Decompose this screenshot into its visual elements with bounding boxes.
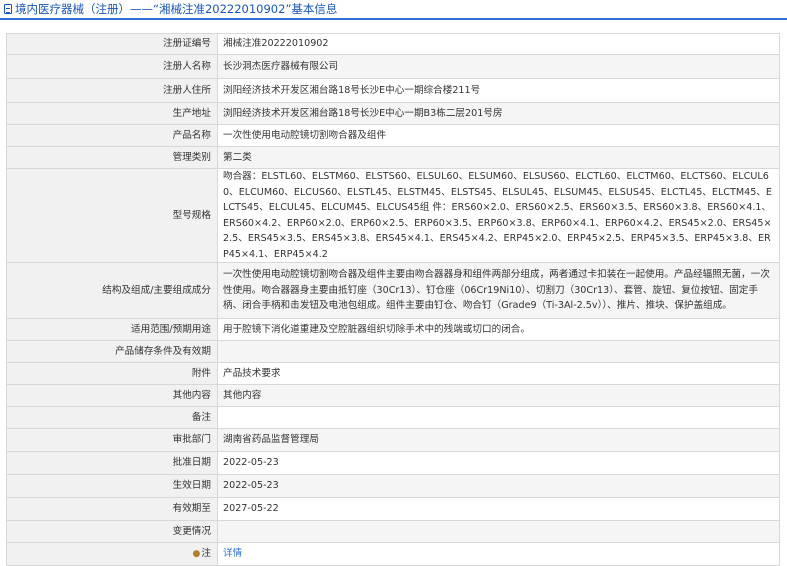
row-label: 产品储存条件及有效期 xyxy=(6,340,218,363)
table-row: 适用范围/预期用途 用于腔镜下消化道重建及空腔脏器组织切除手术中的残端或切口的闭… xyxy=(6,318,780,341)
pin-icon: ● xyxy=(192,548,201,559)
table-row: 其他内容 其他内容 xyxy=(6,384,780,407)
page-header: 境内医疗器械（注册）——“湘械注准20222010902”基本信息 xyxy=(0,0,787,20)
row-label: 注册人名称 xyxy=(6,54,218,79)
table-row: 审批部门 湖南省药品监督管理局 xyxy=(6,428,780,452)
document-icon xyxy=(4,4,12,14)
table-row: 管理类别 第二类 xyxy=(6,146,780,169)
table-row: 产品储存条件及有效期 xyxy=(6,340,780,363)
row-label: 生产地址 xyxy=(6,102,218,125)
row-value: 吻合器：ELSTL60、ELSTM60、ELSTS60、ELSUL60、ELSU… xyxy=(217,168,780,263)
row-value: 2022-05-23 xyxy=(217,451,780,475)
table-row: 变更情况 xyxy=(6,520,780,543)
row-label: 附件 xyxy=(6,362,218,385)
table-row: 批准日期 2022-05-23 xyxy=(6,451,780,475)
row-value: 用于腔镜下消化道重建及空腔脏器组织切除手术中的残端或切口的闭合。 xyxy=(217,318,780,341)
table-row: 产品名称 一次性使用电动腔镜切割吻合器及组件 xyxy=(6,124,780,147)
row-value: 湘械注准20222010902 xyxy=(217,33,780,55)
table-row: ●注 详情 xyxy=(6,542,780,566)
row-value: 一次性使用电动腔镜切割吻合器及组件 xyxy=(217,124,780,147)
row-label: 注册人住所 xyxy=(6,78,218,103)
row-label: 适用范围/预期用途 xyxy=(6,318,218,341)
row-value-cell: 详情 xyxy=(217,542,780,566)
row-value: 浏阳经济技术开发区湘台路18号长沙E中心一期综合楼211号 xyxy=(217,78,780,103)
page-title: 境内医疗器械（注册）——“湘械注准20222010902”基本信息 xyxy=(15,2,338,16)
note-label-cell: ●注 xyxy=(6,542,218,566)
row-label: 型号规格 xyxy=(6,168,218,263)
row-value: 一次性使用电动腔镜切割吻合器及组件主要由吻合器器身和组件两部分组成，两者通过卡扣… xyxy=(217,262,780,319)
row-value xyxy=(217,520,780,543)
row-value: 浏阳经济技术开发区湘台路18号长沙E中心一期B3栋二层201号房 xyxy=(217,102,780,125)
table-row: 结构及组成/主要组成成分 一次性使用电动腔镜切割吻合器及组件主要由吻合器器身和组… xyxy=(6,262,780,319)
table-row: 注册人住所 浏阳经济技术开发区湘台路18号长沙E中心一期综合楼211号 xyxy=(6,78,780,103)
row-label: 批准日期 xyxy=(6,451,218,475)
table-row: 备注 xyxy=(6,406,780,429)
row-value: 2027-05-22 xyxy=(217,497,780,521)
row-label: 注 xyxy=(201,547,211,559)
details-link[interactable]: 详情 xyxy=(223,548,242,559)
row-label: 结构及组成/主要组成成分 xyxy=(6,262,218,319)
row-value: 长沙洞杰医疗器械有限公司 xyxy=(217,54,780,79)
row-label: 生效日期 xyxy=(6,474,218,498)
table-row: 型号规格 吻合器：ELSTL60、ELSTM60、ELSTS60、ELSUL60… xyxy=(6,168,780,263)
table-row: 注册人名称 长沙洞杰医疗器械有限公司 xyxy=(6,54,780,79)
table-row: 注册证编号 湘械注准20222010902 xyxy=(6,33,780,55)
table-row: 生效日期 2022-05-23 xyxy=(6,474,780,498)
row-label: 有效期至 xyxy=(6,497,218,521)
row-label: 变更情况 xyxy=(6,520,218,543)
row-value: 湖南省药品监督管理局 xyxy=(217,428,780,452)
row-value: 产品技术要求 xyxy=(217,362,780,385)
row-value: 第二类 xyxy=(217,146,780,169)
row-label: 注册证编号 xyxy=(6,33,218,55)
row-value xyxy=(217,406,780,429)
row-value xyxy=(217,340,780,363)
info-table: 注册证编号 湘械注准20222010902 注册人名称 长沙洞杰医疗器械有限公司… xyxy=(6,33,780,566)
row-label: 审批部门 xyxy=(6,428,218,452)
table-row: 生产地址 浏阳经济技术开发区湘台路18号长沙E中心一期B3栋二层201号房 xyxy=(6,102,780,125)
row-value: 其他内容 xyxy=(217,384,780,407)
row-label: 管理类别 xyxy=(6,146,218,169)
row-label: 其他内容 xyxy=(6,384,218,407)
table-row: 有效期至 2027-05-22 xyxy=(6,497,780,521)
row-label: 产品名称 xyxy=(6,124,218,147)
row-label: 备注 xyxy=(6,406,218,429)
table-row: 附件 产品技术要求 xyxy=(6,362,780,385)
row-value: 2022-05-23 xyxy=(217,474,780,498)
